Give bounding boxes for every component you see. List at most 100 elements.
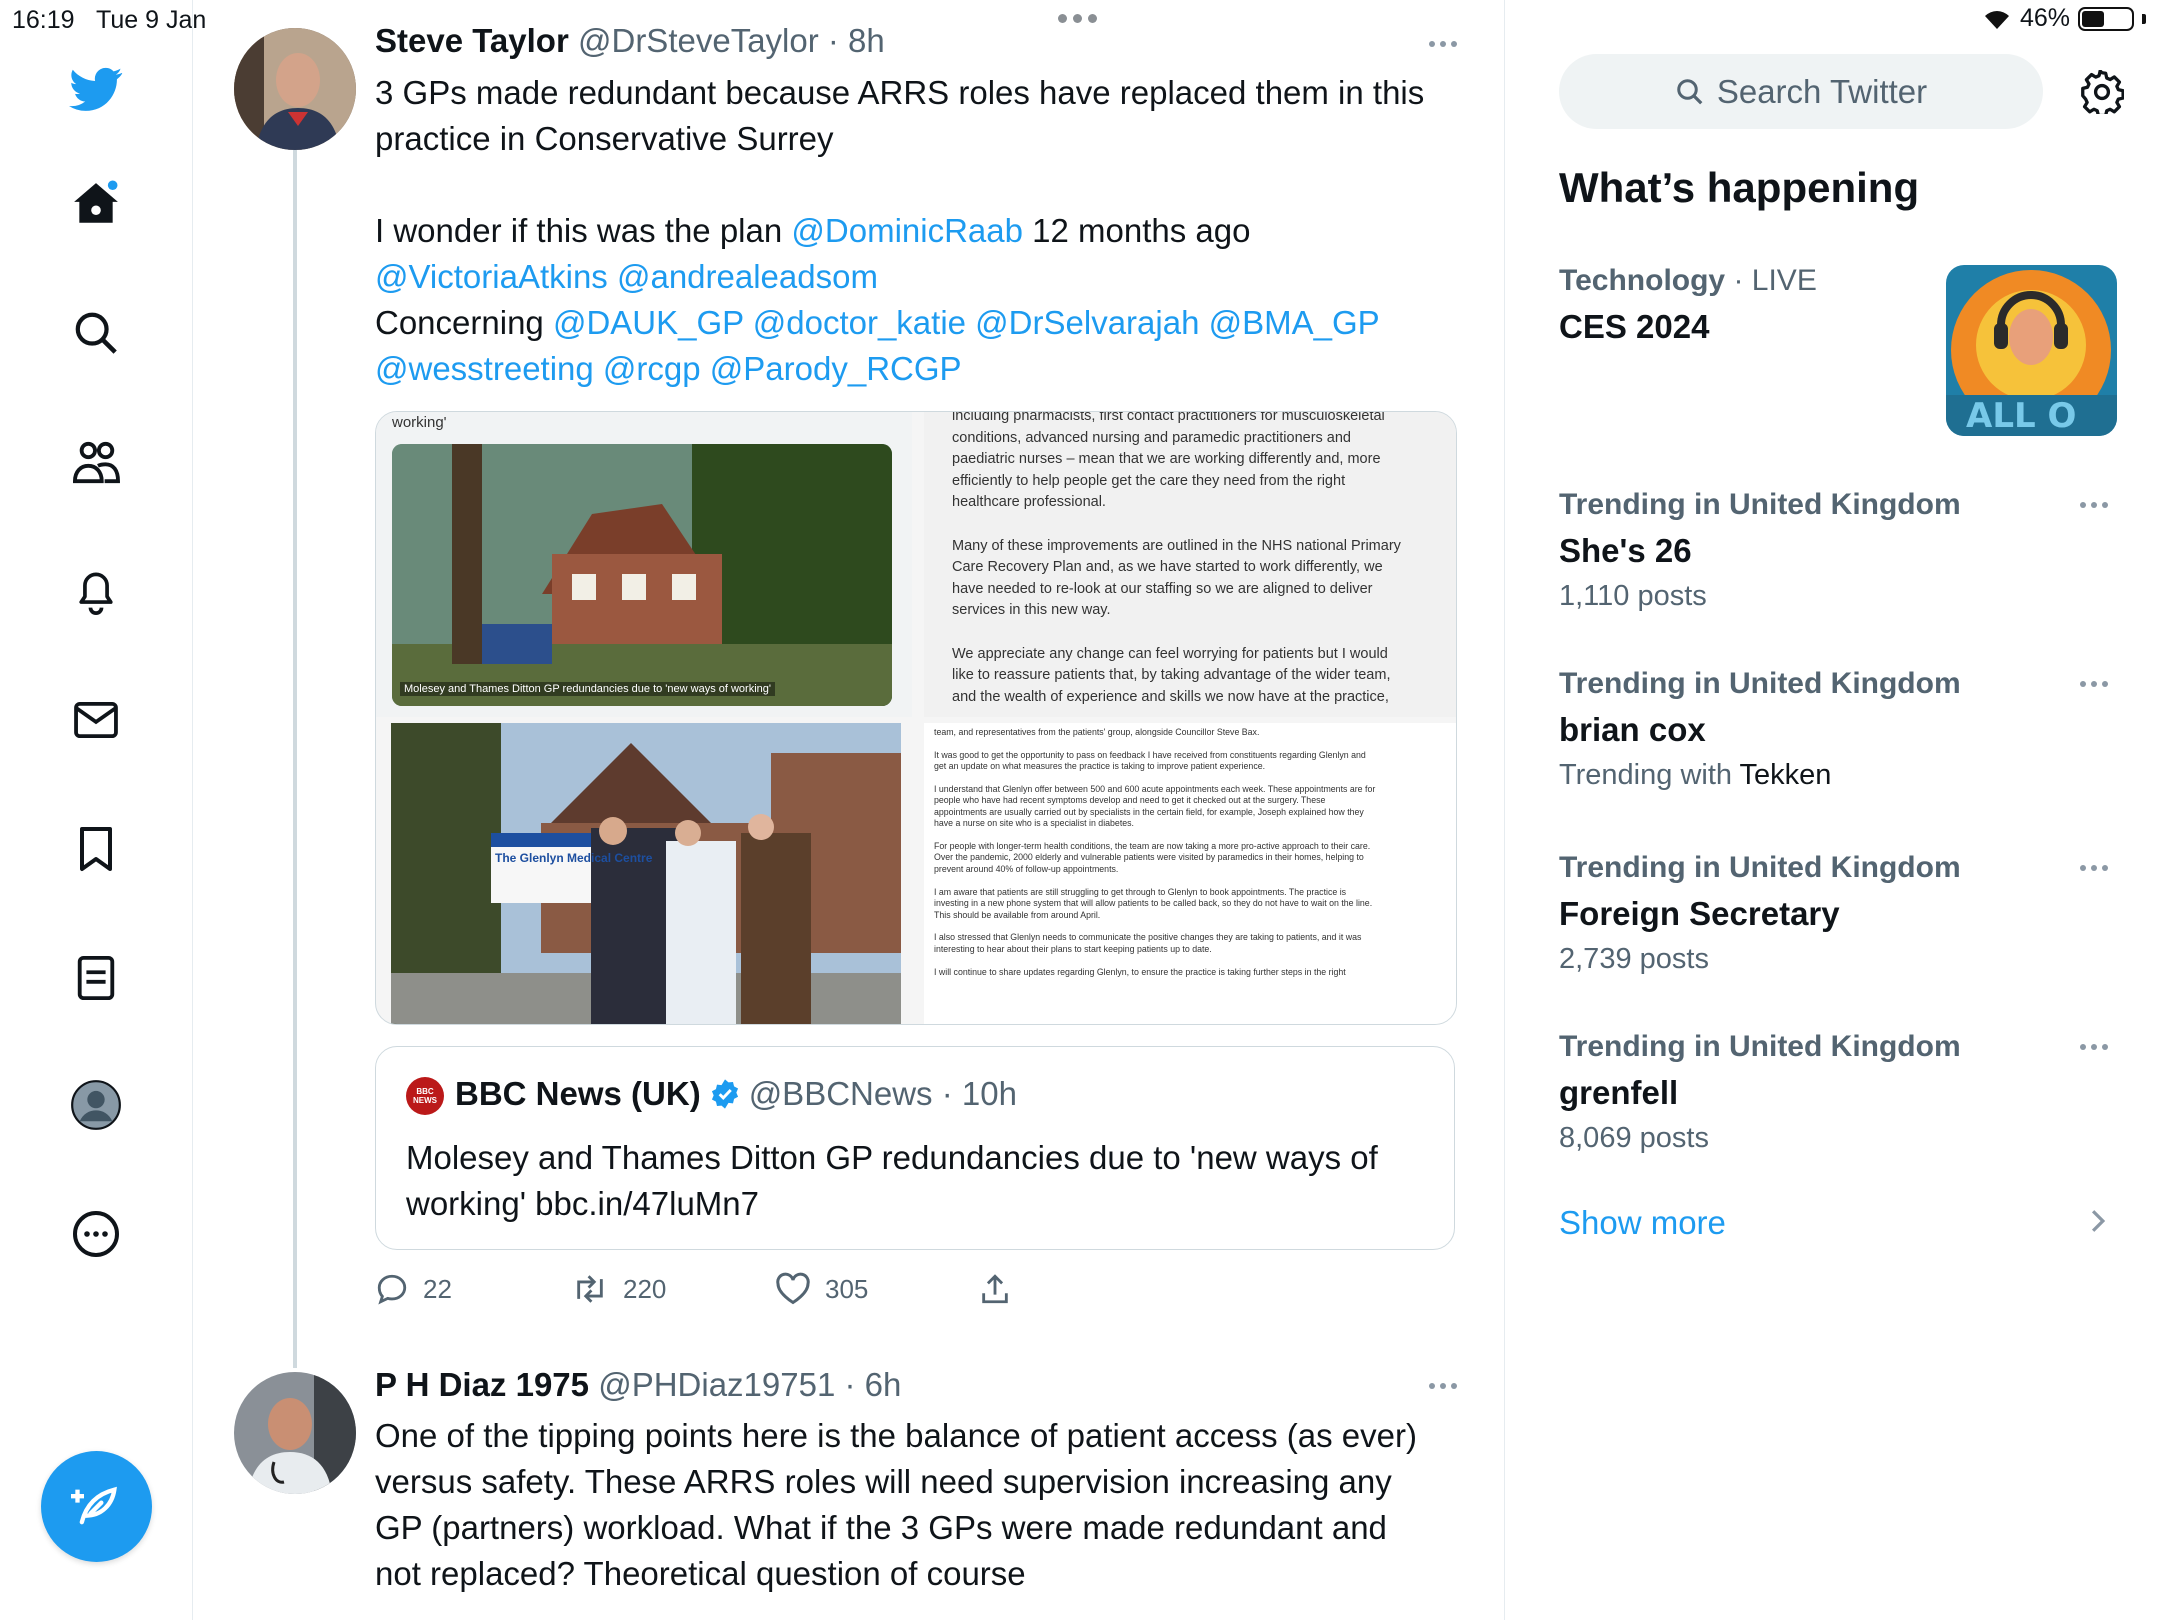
tweet1-line3-pre: I wonder if this was the plan [375,212,792,249]
press-release-line: interesting to hear about their plans to… [934,943,1212,954]
communities-icon[interactable] [68,434,124,490]
bbc-news-logo: BBC NEWS [406,1077,444,1115]
home-icon[interactable] [68,176,124,232]
trend-item-3[interactable]: Trending in United Kingdom Foreign Secre… [1559,851,2119,976]
tweet1-mentions-line6[interactable]: @wesstreeting @rcgp @Parody_RCGP [375,350,962,387]
notifications-bell-icon[interactable] [68,563,124,619]
statement-line: healthcare professional. [952,494,1106,511]
quote-text-line2[interactable]: working' bbc.in/47luMn7 [406,1181,1378,1227]
tweet1-mentions-line4[interactable]: @VictoriaAtkins @andrealeadsom [375,258,878,295]
tweet2-handle-time[interactable]: @PHDiaz19751 · 6h [598,1366,901,1403]
tweet1-media-grid[interactable]: working' Molesey and Thames Ditton GP re… [375,411,1457,1025]
press-release-line: team, and representatives from the patie… [934,727,1260,737]
twitter-logo-icon[interactable] [68,62,124,118]
retweet-button[interactable]: 220 [571,1272,666,1306]
trend3-category: Trending in United Kingdom [1559,851,1961,884]
lists-icon[interactable] [68,950,124,1006]
messages-mail-icon[interactable] [68,692,124,748]
press-release-line [934,773,1446,784]
mention-dominicraab[interactable]: @DominicRaab [791,212,1023,249]
tweet1-header: Steve Taylor @DrSteveTaylor · 8h [375,22,885,60]
tweet1-text: 3 GPs made redundant because ARRS roles … [375,70,1424,392]
trend4-category: Trending in United Kingdom [1559,1030,1961,1063]
search-twitter-input[interactable]: Search Twitter [1559,54,2043,129]
press-release-line: I understand that Glenlyn offer between … [934,784,1376,795]
trend2-meta-strong: Tekken [1739,759,1832,791]
bookmarks-icon[interactable] [68,821,124,877]
share-button[interactable] [979,1272,1011,1306]
statement-line: including pharmacists, first contact pra… [952,412,1385,424]
featured-trend-ces[interactable]: Technology · LIVE CES 2024 [1559,264,1939,346]
press-release-line: I am aware that patients are still strug… [934,886,1347,897]
trend3-count: 2,739 posts [1559,943,1709,975]
thread-connector [293,150,297,1368]
trend-item-1[interactable]: Trending in United Kingdom She's 26 1,11… [1559,488,2119,613]
tweet2-more-icon[interactable] [1429,1383,1457,1389]
quote-text: Molesey and Thames Ditton GP redundancie… [406,1135,1378,1227]
media-press-release[interactable]: team, and representatives from the patie… [924,723,1456,1024]
trend3-more-icon[interactable] [2080,865,2108,871]
statement-line [952,514,1444,536]
tweet1-actions: 22 220 305 [375,1272,1075,1312]
trend2-meta-pre: Trending with [1559,759,1740,791]
show-more-link[interactable]: Show more [1559,1204,1726,1242]
chevron-right-icon[interactable] [2089,1208,2107,1239]
explore-search-icon[interactable] [68,305,124,361]
trend-item-2[interactable]: Trending in United Kingdom brian cox Tre… [1559,667,2119,792]
tweet2-line1: One of the tipping points here is the ba… [375,1417,1417,1454]
trend1-more-icon[interactable] [2080,502,2108,508]
statement-line: have needed to re-look at our staffing s… [952,580,1373,597]
statement-line: paediatric nurses – mean that we are wor… [952,451,1381,468]
press-release-line [934,955,1446,966]
statement-line: efficiently to help people get the care … [952,472,1346,489]
tweet1-mentions-line5[interactable]: @DAUK_GP @doctor_katie @DrSelvarajah @BM… [553,304,1380,341]
tweet1-handle-time[interactable]: @DrSteveTaylor · 8h [578,22,885,59]
media-news-screenshot[interactable]: working' Molesey and Thames Ditton GP re… [376,412,912,717]
like-count: 305 [825,1273,869,1304]
tweet2-text: One of the tipping points here is the ba… [375,1413,1417,1597]
tweet1-line1: 3 GPs made redundant because ARRS roles … [375,74,1425,111]
like-button[interactable]: 305 [775,1272,868,1306]
tweet1-more-icon[interactable] [1429,41,1457,47]
trend3-name: Foreign Secretary [1559,895,1840,932]
trend4-name: grenfell [1559,1074,1679,1111]
press-release-line: This should be available from around Apr… [934,909,1101,920]
avatar-ph-diaz[interactable] [234,1372,356,1494]
verified-badge-icon [711,1079,738,1109]
statement-line: services in this new way. [952,602,1111,619]
compose-feather-icon [70,1486,117,1524]
quote-handle-time[interactable]: @BBCNews · 10h [749,1075,1017,1113]
trend-item-4[interactable]: Trending in United Kingdom grenfell 8,06… [1559,1030,2119,1155]
trend4-more-icon[interactable] [2080,1044,2108,1050]
settings-gear-icon[interactable] [2080,69,2125,119]
right-sidebar: Search Twitter What’s happening Technolo… [1505,0,2160,1620]
trend2-more-icon[interactable] [2080,681,2108,687]
tweet2-line3: GP (partners) workload. What if the 3 GP… [375,1509,1387,1546]
statement-line: like to reassure patients that, by takin… [952,667,1391,684]
quoted-tweet[interactable]: BBC NEWS BBC News (UK) @BBCNews · 10h Mo… [375,1046,1455,1250]
quote-text-line1: Molesey and Thames Ditton GP redundancie… [406,1139,1378,1176]
media-statement-document[interactable]: including pharmacists, first contact pra… [924,412,1456,717]
quote-author-name[interactable]: BBC News (UK) [455,1075,701,1113]
press-release-line: prevent around 40% of follow-up appointm… [934,863,1119,874]
press-release-line: people who have had recent symptoms deve… [934,795,1326,806]
sign-text: The Glenlyn Medical Centre [495,851,653,865]
media-photo-caption: Molesey and Thames Ditton GP redundancie… [400,682,775,696]
tweet1-author-name[interactable]: Steve Taylor [375,22,569,59]
tweet2-line4: not replaced? Theoretical question of co… [375,1555,1026,1592]
media-group-photo[interactable]: The Glenlyn Medical Centre [391,723,901,1024]
press-release-line [934,738,1446,749]
svg-text:ALL O: ALL O [1966,396,2076,436]
reply-count: 22 [423,1273,452,1304]
profile-avatar-icon[interactable] [68,1077,124,1133]
compose-tweet-button[interactable] [41,1451,152,1562]
press-release-line: get an update on what measures the pract… [934,761,1266,772]
more-options-icon[interactable] [68,1206,124,1262]
featured-trend-image[interactable]: ALL O [1946,265,2117,436]
heart-icon [776,1272,810,1305]
retweet-count: 220 [623,1273,667,1304]
tweet2-author-name[interactable]: P H Diaz 1975 [375,1366,589,1403]
reply-button[interactable]: 22 [375,1272,452,1306]
press-release-line: investing in a new phone system that wil… [934,898,1373,909]
avatar-steve-taylor[interactable] [234,28,356,150]
